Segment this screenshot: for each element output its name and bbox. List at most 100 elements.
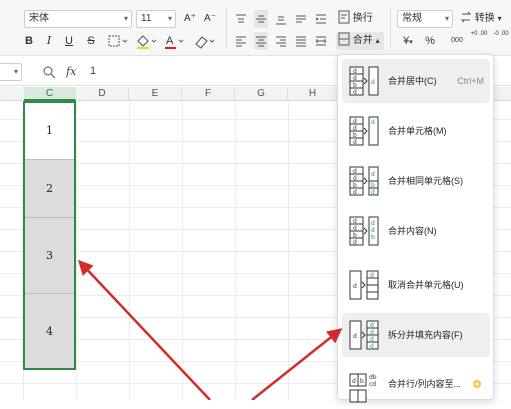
clear-format-button[interactable]	[192, 32, 216, 50]
cell-c-1[interactable]: 1	[24, 101, 75, 160]
merge-content-icon: ddbd ddb	[349, 216, 379, 246]
svg-text:b: b	[353, 132, 357, 139]
text-direction-icon	[296, 15, 306, 23]
font-shrink-button[interactable]: A⁻	[202, 10, 218, 28]
svg-text:d: d	[353, 239, 357, 246]
currency-button[interactable]: ¥▾	[398, 32, 418, 50]
svg-text:d: d	[371, 119, 375, 126]
fill-bucket-icon	[137, 35, 157, 49]
separator	[226, 8, 227, 48]
menu-item-merge-content[interactable]: ddbd ddb 合并内容(N)	[342, 209, 490, 253]
menu-item-label: 合并相同单元格(S)	[388, 176, 463, 186]
chevron-down-icon: ▾	[409, 39, 413, 46]
svg-text:b: b	[371, 182, 375, 189]
align-left-button[interactable]	[234, 32, 248, 50]
svg-text:d: d	[353, 225, 357, 232]
svg-text:d: d	[353, 168, 357, 175]
merge-center-icon: ddbd d	[349, 66, 379, 96]
increase-decimal-button[interactable]: +0 .00	[470, 30, 488, 48]
column-header-c[interactable]: C	[24, 87, 76, 101]
align-center-button[interactable]	[254, 32, 268, 50]
merge-button-label: 合并	[352, 35, 373, 46]
chevron-down-icon: ▾	[123, 14, 128, 23]
convert-button[interactable]: 转换 ▾	[460, 10, 510, 28]
formula-input[interactable]: 1	[90, 65, 96, 77]
svg-text:db: db	[369, 374, 377, 381]
svg-text:b: b	[371, 234, 375, 241]
menu-item-merge-same-cells[interactable]: ddbd dbd 合并相同单元格(S)	[342, 159, 490, 203]
svg-text:d: d	[370, 336, 374, 343]
menu-item-split-fill[interactable]: d dddd 拆分并填充内容(F)	[342, 313, 490, 357]
convert-icon	[460, 11, 472, 23]
svg-text:d: d	[353, 175, 357, 182]
svg-text:d: d	[371, 220, 375, 227]
wrap-text-label: 换行	[352, 13, 373, 24]
align-left-icon	[236, 36, 246, 47]
chevron-down-icon: ▾	[444, 14, 449, 23]
align-right-icon	[276, 36, 286, 47]
font-size-select[interactable]: 11 ▾	[136, 10, 176, 28]
align-middle-button[interactable]	[254, 10, 268, 28]
menu-item-merge-row-col[interactable]: db db cd 合并行/列内容至...	[342, 365, 490, 409]
distribute-button[interactable]	[314, 32, 328, 50]
text-direction-button[interactable]	[294, 10, 308, 28]
svg-text:d: d	[353, 89, 357, 96]
cell-c-3[interactable]: 3	[24, 218, 75, 294]
cell-c-2[interactable]: 2	[24, 160, 75, 218]
underline-button[interactable]: U	[62, 32, 76, 50]
menu-item-merge-center[interactable]: ddbd d 合并居中(C) Ctrl+M	[342, 59, 490, 103]
merge-same-icon: ddbd dbd	[349, 166, 379, 196]
fx-button[interactable]: fx	[66, 65, 76, 78]
thousands-separator-button[interactable]: 000	[448, 32, 466, 50]
distribute-icon	[316, 36, 326, 46]
align-top-button[interactable]	[234, 10, 248, 28]
svg-text:b: b	[353, 82, 357, 89]
fill-color-button[interactable]	[134, 32, 158, 50]
name-box[interactable]: ▾	[0, 63, 22, 81]
chevron-down-icon: ▾	[13, 67, 18, 76]
wrap-text-button[interactable]: 换行	[338, 10, 374, 28]
merge-button[interactable]: 合并 ▴	[336, 32, 384, 50]
border-button[interactable]	[106, 32, 128, 50]
svg-text:d: d	[371, 171, 375, 178]
column-header-h[interactable]: H	[288, 87, 338, 101]
italic-button[interactable]: I	[42, 32, 56, 50]
indent-icon	[315, 14, 326, 24]
svg-text:d: d	[353, 139, 357, 146]
indent-button[interactable]	[314, 10, 328, 28]
menu-item-unmerge[interactable]: d d 取消合并单元格(U)	[342, 263, 490, 307]
menu-item-label: 拆分并填充内容(F)	[388, 330, 463, 340]
cell-c-4[interactable]: 4	[24, 294, 75, 370]
font-size-value: 11	[141, 13, 152, 24]
chevron-up-icon: ▴	[375, 36, 380, 45]
justify-button[interactable]	[294, 32, 308, 50]
percent-button[interactable]: %	[424, 32, 436, 50]
align-right-button[interactable]	[274, 32, 288, 50]
align-bottom-button[interactable]	[274, 10, 288, 28]
column-header-f[interactable]: F	[182, 87, 235, 101]
bold-button[interactable]: B	[22, 32, 36, 50]
svg-text:d: d	[353, 333, 357, 340]
column-header-g[interactable]: G	[235, 87, 288, 101]
svg-text:d: d	[353, 189, 357, 196]
svg-text:d: d	[353, 125, 357, 132]
svg-text:d: d	[370, 329, 374, 336]
decrease-decimal-button[interactable]: -0 .00	[492, 30, 510, 48]
column-header-d[interactable]: D	[76, 87, 129, 101]
font-color-button[interactable]: A	[162, 32, 186, 50]
font-grow-button[interactable]: A⁺	[182, 10, 198, 28]
font-name-select[interactable]: 宋体 ▾	[24, 10, 132, 28]
svg-text:cd: cd	[369, 381, 376, 388]
menu-item-label: 合并单元格(M)	[388, 126, 447, 136]
separator	[390, 8, 391, 48]
svg-text:d: d	[371, 79, 375, 86]
svg-text:d: d	[370, 343, 374, 350]
svg-text:d: d	[353, 283, 357, 290]
number-format-select[interactable]: 常规 ▾	[397, 10, 453, 28]
zoom-icon[interactable]	[42, 65, 56, 79]
strikethrough-button[interactable]: S	[84, 32, 98, 50]
menu-item-merge-cells[interactable]: ddbd d 合并单元格(M)	[342, 109, 490, 153]
align-top-icon	[236, 14, 246, 23]
column-header-e[interactable]: E	[129, 87, 182, 101]
align-bottom-icon	[276, 16, 286, 25]
